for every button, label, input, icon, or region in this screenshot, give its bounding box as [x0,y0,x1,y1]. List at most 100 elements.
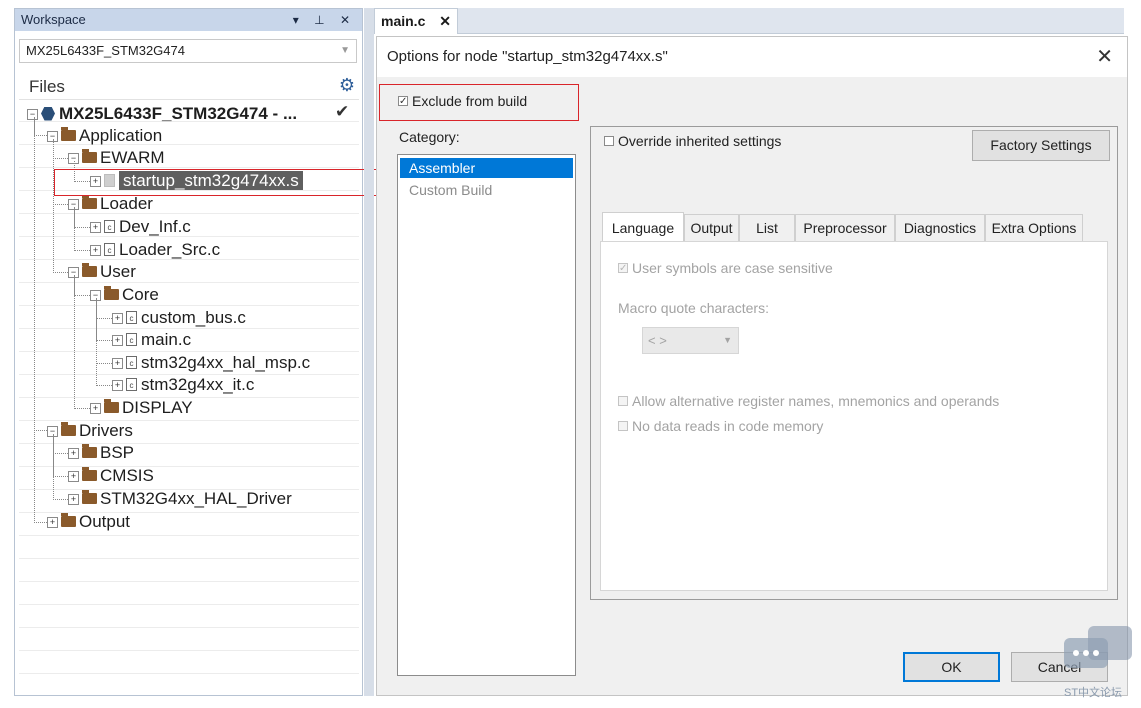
expand-icon[interactable]: + [90,222,101,234]
tree-item-main-c[interactable]: + c main.c [112,329,191,351]
tree-item-label: BSP [100,443,135,462]
chevron-down-icon[interactable]: ▼ [723,328,732,353]
override-inherited-checkbox[interactable]: Override inherited settings [604,131,781,151]
file-icon: c [126,378,137,392]
tree-connector [74,207,90,251]
checkbox-unchecked-icon[interactable] [618,396,628,407]
tree-item-label: stm32g4xx_it.c [141,375,255,394]
tree-item-label: Loader_Src.c [119,240,221,259]
tree-item-label: stm32g4xx_hal_msp.c [141,353,311,372]
workspace-title: Workspace [21,12,86,27]
chevron-down-icon[interactable]: ▼ [340,40,350,62]
project-select-value: MX25L6433F_STM32G474 [26,43,185,58]
expand-icon[interactable]: + [90,403,101,415]
tree-item-it-c[interactable]: + c stm32g4xx_it.c [112,374,254,396]
pane-splitter[interactable] [364,8,374,696]
file-icon: c [126,333,137,347]
watermark-text: ST中文论坛 [1064,687,1123,699]
tree-item-label: STM32G4xx_HAL_Driver [100,489,292,508]
alt-register-names-checkbox[interactable]: Allow alternative register names, mnemon… [618,391,999,411]
folder-icon [82,490,97,505]
override-label: Override inherited settings [618,133,782,149]
tree-item-label: CMSIS [100,466,154,485]
category-item-custom-build[interactable]: Custom Build [400,180,573,200]
tree-item-bsp[interactable]: + BSP [68,442,134,464]
tree-item-hal-msp[interactable]: + c stm32g4xx_hal_msp.c [112,352,310,374]
tree-item-label: MX25L6433F_STM32G474 - ... [59,104,298,123]
tree-connector [96,298,112,386]
expand-icon[interactable]: + [112,335,123,347]
tab-extra-options[interactable]: Extra Options [985,214,1083,241]
expand-icon[interactable]: + [112,358,123,370]
tab-language[interactable]: Language [602,212,684,241]
case-sensitive-label: User symbols are case sensitive [632,260,833,276]
file-icon: c [104,220,115,234]
tree-item-hal-driver[interactable]: + STM32G4xx_HAL_Driver [68,488,292,510]
highlight-startup-file [54,169,380,196]
checkbox-unchecked-icon[interactable] [618,421,628,432]
workspace-title-buttons[interactable]: ▾ ⊥ ✕ [293,9,356,31]
tree-item-display[interactable]: + DISPLAY [90,397,193,419]
tree-item-project[interactable]: − MX25L6433F_STM32G474 - ... [27,103,297,125]
tree-item-label: DISPLAY [122,398,193,417]
tab-output[interactable]: Output [684,214,739,241]
expand-icon[interactable]: + [47,517,58,529]
tree-connector [53,139,68,273]
project-select[interactable]: MX25L6433F_STM32G474 ▼ [19,39,357,63]
no-data-reads-label: No data reads in code memory [632,418,824,434]
tab-preprocessor[interactable]: Preprocessor [795,214,895,241]
case-sensitive-checkbox[interactable]: ✓ User symbols are case sensitive [618,258,833,278]
tree-item-label: User [100,262,136,281]
folder-icon [104,399,119,414]
tab-list[interactable]: List [739,214,795,241]
editor-tabbar [374,8,1124,34]
tree-item-label: Drivers [79,421,133,440]
tree-connector [74,275,90,409]
tree-item-output[interactable]: + Output [47,511,130,533]
folder-icon [82,444,97,459]
file-icon: c [126,311,137,325]
close-icon[interactable]: ✕ [439,9,451,33]
gear-icon[interactable]: ⚙ [339,73,355,97]
category-item-assembler[interactable]: Assembler [400,158,573,178]
category-list[interactable]: Assembler Custom Build [397,154,576,676]
category-label: Category: [399,129,460,145]
expand-icon[interactable]: + [112,313,123,325]
expand-icon[interactable]: + [112,380,123,392]
tree-item-label: main.c [141,330,192,349]
workspace-titlebar: Workspace ▾ ⊥ ✕ [15,9,362,31]
tree-item-label: custom_bus.c [141,308,246,327]
expand-icon[interactable]: + [90,245,101,257]
files-header: Files ⚙ [19,75,359,100]
folder-icon [82,467,97,482]
expand-icon[interactable]: + [68,494,79,506]
checkbox-checked-icon[interactable]: ✓ [618,263,628,274]
tree-item-loader-src[interactable]: + c Loader_Src.c [90,239,220,261]
tree-connector [34,117,47,523]
highlight-exclude-checkbox [379,84,579,121]
ok-button[interactable]: OK [903,652,1000,682]
check-icon: ✔ [335,102,350,121]
checkbox-unchecked-icon[interactable] [604,136,614,147]
factory-settings-button[interactable]: Factory Settings [972,130,1110,161]
tree-item-label: EWARM [100,148,165,167]
files-header-label: Files [29,77,65,96]
macro-quote-value: < > [648,333,667,348]
dialog-title: Options for node "startup_stm32g474xx.s" [387,48,668,65]
tree-item-cmsis[interactable]: + CMSIS [68,465,154,487]
tree-item-label: Core [122,285,159,304]
dialog-titlebar: Options for node "startup_stm32g474xx.s"… [377,37,1127,77]
no-data-reads-checkbox[interactable]: No data reads in code memory [618,416,823,436]
expand-icon[interactable]: + [68,471,79,483]
macro-quote-label: Macro quote characters: [618,300,769,316]
tree-item-custom-bus[interactable]: + c custom_bus.c [112,307,246,329]
editor-tab-main-c[interactable]: main.c ✕ [374,8,458,34]
file-icon: c [104,243,115,257]
close-icon[interactable]: ✕ [1096,37,1113,77]
macro-quote-select[interactable]: < > ▼ [642,327,739,354]
expand-icon[interactable]: + [68,448,79,460]
tab-diagnostics[interactable]: Diagnostics [895,214,985,241]
editor-tab-label: main.c [381,13,426,29]
tree-item-label: Loader [100,194,153,213]
tree-item-dev-inf[interactable]: + c Dev_Inf.c [90,216,191,238]
